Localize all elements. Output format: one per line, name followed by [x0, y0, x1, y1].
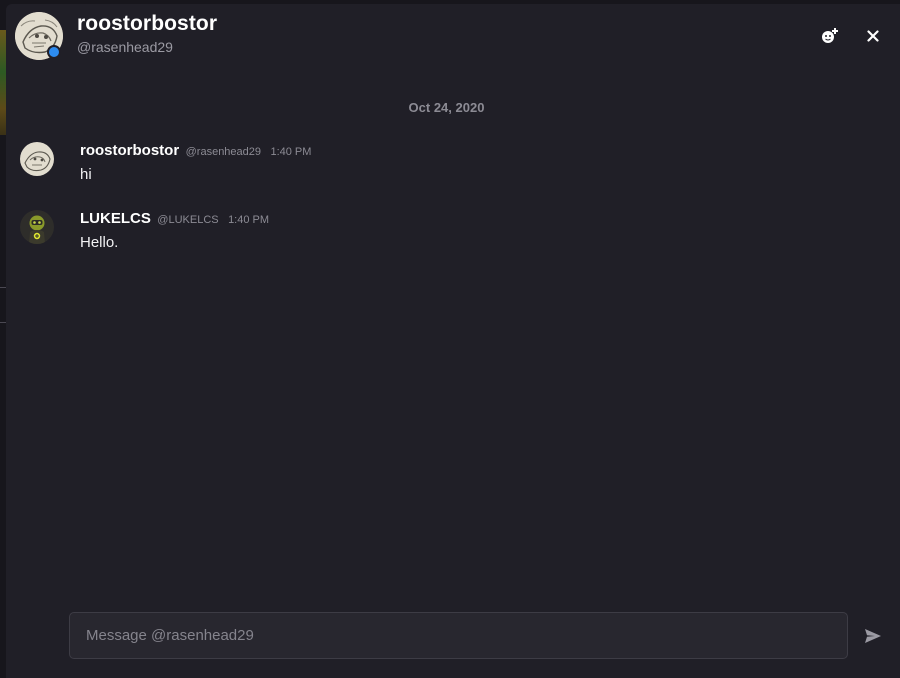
message-composer [69, 612, 848, 659]
sketch-avatar-image [20, 142, 54, 176]
date-divider: Oct 24, 2020 [408, 100, 485, 115]
add-friend-icon [822, 28, 838, 43]
hazmat-avatar-image [20, 210, 54, 244]
direct-message-dialog: roostorbostor @rasenhead29 Oct 24, 2020 [6, 4, 900, 678]
message-author[interactable]: LUKELCS [80, 210, 151, 227]
message-author[interactable]: roostorbostor [80, 142, 179, 159]
header-handle: @rasenhead29 [77, 39, 173, 55]
message-handle: @rasenhead29 [185, 146, 262, 158]
message-avatar[interactable] [20, 210, 54, 244]
send-button[interactable] [861, 624, 885, 648]
message-avatar[interactable] [20, 142, 54, 176]
message-handle: @LUKELCS [157, 214, 219, 226]
header-username: roostorbostor [77, 12, 218, 35]
add-friend-button[interactable] [818, 24, 842, 48]
message-text: Hello. [80, 234, 119, 251]
message-timestamp: 1:40 PM [270, 146, 312, 158]
message-header: LUKELCS @LUKELCS 1:40 PM [80, 210, 269, 228]
close-icon [867, 30, 879, 42]
message-timestamp: 1:40 PM [228, 214, 270, 226]
message-header: roostorbostor @rasenhead29 1:40 PM [80, 142, 311, 160]
close-button[interactable] [861, 24, 885, 48]
message-text: hi [80, 166, 92, 183]
message-input[interactable] [70, 613, 847, 658]
online-status-indicator [47, 45, 61, 59]
send-icon [865, 629, 881, 643]
